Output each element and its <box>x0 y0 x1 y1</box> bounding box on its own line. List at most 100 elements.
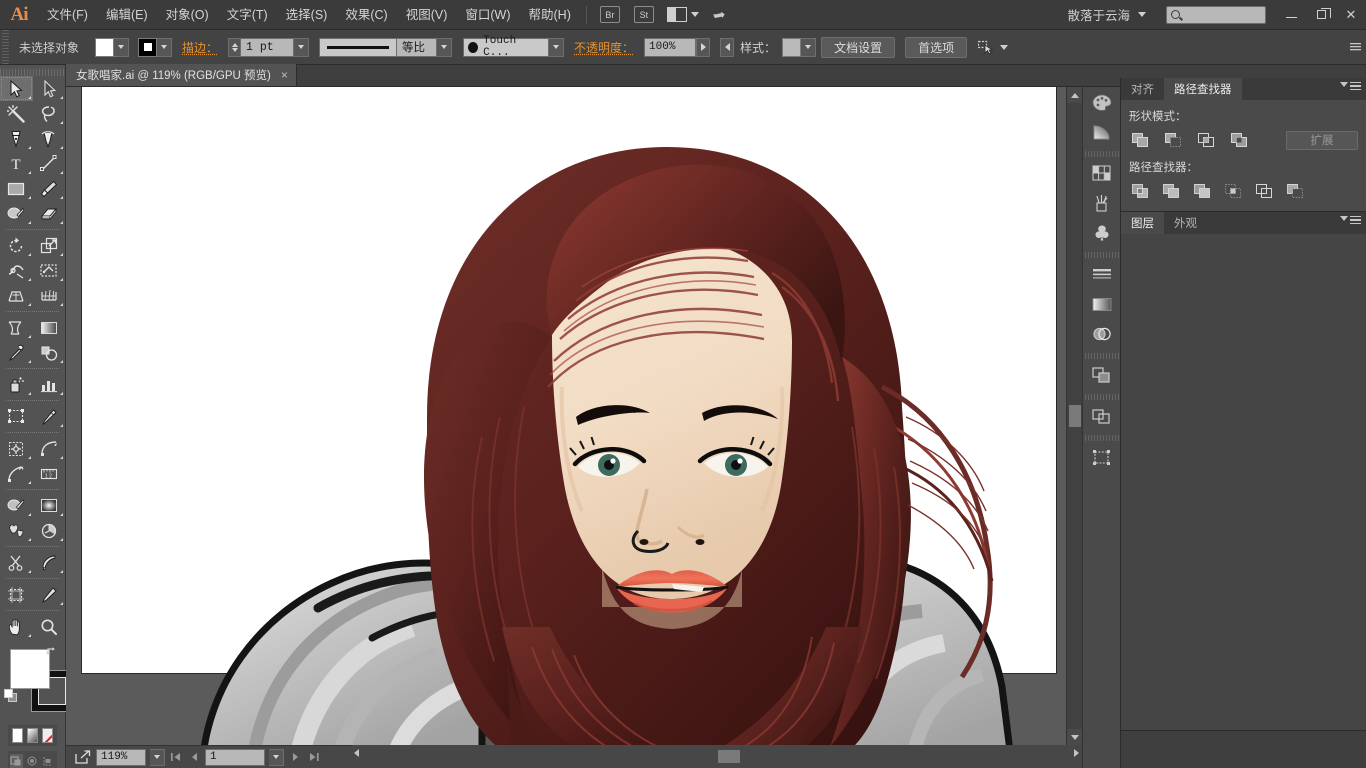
swatches-panel-icon[interactable] <box>1083 158 1120 188</box>
layers-panel-body[interactable] <box>1121 234 1366 730</box>
document-tab[interactable]: 女歌唱家.ai @ 119% (RGB/GPU 预览) × <box>66 64 297 86</box>
stroke-weight-input[interactable]: 1 pt <box>240 38 294 57</box>
draw-inside-button[interactable] <box>42 754 55 768</box>
stroke-weight-stepper[interactable] <box>228 38 240 57</box>
artboard-tool[interactable] <box>0 404 33 429</box>
tab-appearance[interactable]: 外观 <box>1164 212 1207 234</box>
shape-builder-alt-tool[interactable] <box>0 493 33 518</box>
vertical-scroll-thumb[interactable] <box>1069 405 1081 427</box>
gradient-tool[interactable] <box>33 315 66 340</box>
gradient-panel-icon[interactable] <box>1083 117 1120 147</box>
brushes-panel-icon[interactable] <box>1083 188 1120 218</box>
tab-layers[interactable]: 图层 <box>1121 212 1164 234</box>
symbol-scruncher-tool[interactable] <box>0 518 33 543</box>
column-graph-tool[interactable] <box>33 372 66 397</box>
scissors-tool[interactable] <box>0 550 33 575</box>
scroll-left-button[interactable] <box>354 749 359 757</box>
type-tool[interactable]: T <box>0 151 33 176</box>
transparency-panel-icon[interactable] <box>1083 319 1120 349</box>
tab-pathfinder[interactable]: 路径查找器 <box>1164 78 1242 100</box>
style-prev-button[interactable] <box>720 38 734 57</box>
divide-button[interactable] <box>1129 181 1151 201</box>
minimize-button[interactable] <box>1276 0 1306 30</box>
control-bar-grip[interactable] <box>0 30 9 65</box>
selection-tool[interactable] <box>0 76 33 101</box>
tab-align[interactable]: 对齐 <box>1121 78 1164 100</box>
scroll-right-button[interactable] <box>1074 749 1079 757</box>
close-icon[interactable]: × <box>281 68 288 82</box>
outline-button[interactable] <box>1253 181 1275 201</box>
symbols-panel-icon[interactable] <box>1083 218 1120 248</box>
default-fill-stroke-icon[interactable] <box>4 689 19 704</box>
search-input[interactable] <box>1166 6 1266 24</box>
draw-normal-button[interactable] <box>10 754 23 768</box>
menu-file[interactable]: 文件(F) <box>38 0 97 30</box>
document-setup-button[interactable]: 文档设置 <box>821 37 895 58</box>
previous-artboard-button[interactable] <box>187 749 201 766</box>
artboard-number-input[interactable]: 1 <box>205 749 265 766</box>
stock-button[interactable]: St <box>634 6 654 23</box>
eraser-tool[interactable] <box>33 201 66 226</box>
brush-dropdown[interactable] <box>549 38 564 57</box>
minus-front-button[interactable] <box>1162 130 1184 150</box>
draw-behind-button[interactable] <box>26 754 39 768</box>
minus-back-button[interactable] <box>1284 181 1306 201</box>
hand-tool[interactable] <box>0 614 33 639</box>
ruler-icon[interactable]: 1 2 <box>33 461 66 486</box>
tools-panel-grip[interactable] <box>0 65 65 76</box>
stroke-color-swatch[interactable] <box>138 38 157 57</box>
stroke-weight-label[interactable]: 描边： <box>172 39 228 56</box>
first-artboard-button[interactable] <box>169 749 183 766</box>
pen-tool[interactable] <box>0 126 33 151</box>
last-artboard-button[interactable] <box>306 749 320 766</box>
stroke-weight-dropdown[interactable] <box>294 38 309 57</box>
scale-tool[interactable] <box>33 233 66 258</box>
bridge-button[interactable]: Br <box>600 6 620 23</box>
zoom-level-input[interactable]: 119% <box>96 749 146 766</box>
exclude-button[interactable] <box>1228 130 1250 150</box>
free-transform-tool[interactable] <box>0 315 33 340</box>
color-panel-icon[interactable] <box>1083 87 1120 117</box>
fill-color-swatch[interactable] <box>95 38 114 57</box>
crop-tool[interactable] <box>0 582 33 607</box>
zoom-dropdown[interactable] <box>150 749 165 766</box>
intersect-button[interactable] <box>1195 130 1217 150</box>
zoom-tool[interactable] <box>33 614 66 639</box>
stroke-profile-dropdown[interactable] <box>437 38 452 57</box>
menu-object[interactable]: 对象(O) <box>157 0 218 30</box>
select-similar-button[interactable] <box>978 40 1008 55</box>
align-panel-icon[interactable] <box>1083 401 1120 431</box>
paintbrush-tool[interactable] <box>33 176 66 201</box>
blend-tool[interactable] <box>33 340 66 365</box>
export-selection-icon[interactable] <box>74 749 92 765</box>
brush-definition-field[interactable]: Touch C... <box>463 38 549 57</box>
rotate-tool[interactable] <box>0 233 33 258</box>
mesh-tool[interactable] <box>33 283 66 308</box>
fill-dropdown-button[interactable] <box>114 38 129 57</box>
canvas-area[interactable] <box>66 87 1066 745</box>
menu-type[interactable]: 文字(T) <box>218 0 277 30</box>
menu-edit[interactable]: 编辑(E) <box>97 0 157 30</box>
workspace-switcher[interactable]: 散落于云海 <box>1061 5 1152 24</box>
pathfinder-panel-icon[interactable] <box>1083 360 1120 390</box>
panel-menu-button[interactable] <box>1340 82 1361 90</box>
lasso-tool[interactable] <box>33 101 66 126</box>
arrange-documents-button[interactable] <box>667 7 699 22</box>
menu-help[interactable]: 帮助(H) <box>520 0 580 30</box>
direct-selection-tool[interactable] <box>33 76 66 101</box>
crop-button[interactable] <box>1222 181 1244 201</box>
color-mode-button[interactable] <box>12 728 23 743</box>
opacity-label[interactable]: 不透明度： <box>564 39 644 56</box>
line-segment-tool[interactable] <box>33 151 66 176</box>
graph-type-tool[interactable] <box>33 518 66 543</box>
knife-tool[interactable] <box>33 550 66 575</box>
eyedropper-tool[interactable] <box>0 340 33 365</box>
next-artboard-button[interactable] <box>288 749 302 766</box>
maximize-button[interactable] <box>1306 0 1336 30</box>
menu-select[interactable]: 选择(S) <box>277 0 337 30</box>
control-bar-overflow[interactable] <box>1350 41 1366 53</box>
pen-alt-icon[interactable] <box>33 582 66 607</box>
graphic-style-swatch[interactable] <box>782 38 801 57</box>
pencil-tool[interactable] <box>0 461 33 486</box>
merge-button[interactable] <box>1191 181 1213 201</box>
